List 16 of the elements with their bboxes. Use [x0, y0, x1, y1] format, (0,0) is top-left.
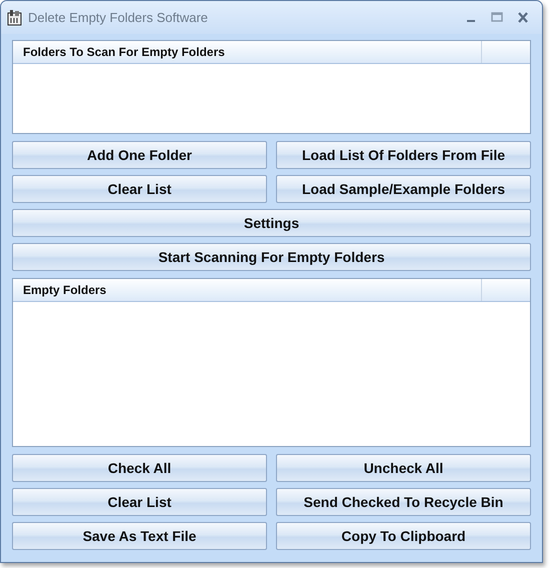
folder-list[interactable]: Empty Folders	[12, 278, 531, 447]
action-button[interactable]: Send Checked To Recycle Bin	[276, 488, 531, 516]
action-button[interactable]: Clear List	[12, 488, 267, 516]
action-button[interactable]: Save As Text File	[12, 522, 267, 550]
action-button[interactable]: Load List Of Folders From File	[276, 141, 531, 169]
app-icon	[6, 8, 24, 26]
action-button[interactable]: Check All	[12, 454, 267, 482]
action-button[interactable]: Settings	[12, 209, 531, 237]
action-button[interactable]: Load Sample/Example Folders	[276, 175, 531, 203]
window-title: Delete Empty Folders Software	[28, 10, 209, 25]
action-button[interactable]: Start Scanning For Empty Folders	[12, 243, 531, 271]
action-button[interactable]: Copy To Clipboard	[276, 522, 531, 550]
action-button[interactable]: Add One Folder	[12, 141, 267, 169]
folder-list[interactable]: Folders To Scan For Empty Folders	[12, 40, 531, 134]
action-button[interactable]: Uncheck All	[276, 454, 531, 482]
action-button[interactable]: Clear List	[12, 175, 267, 203]
